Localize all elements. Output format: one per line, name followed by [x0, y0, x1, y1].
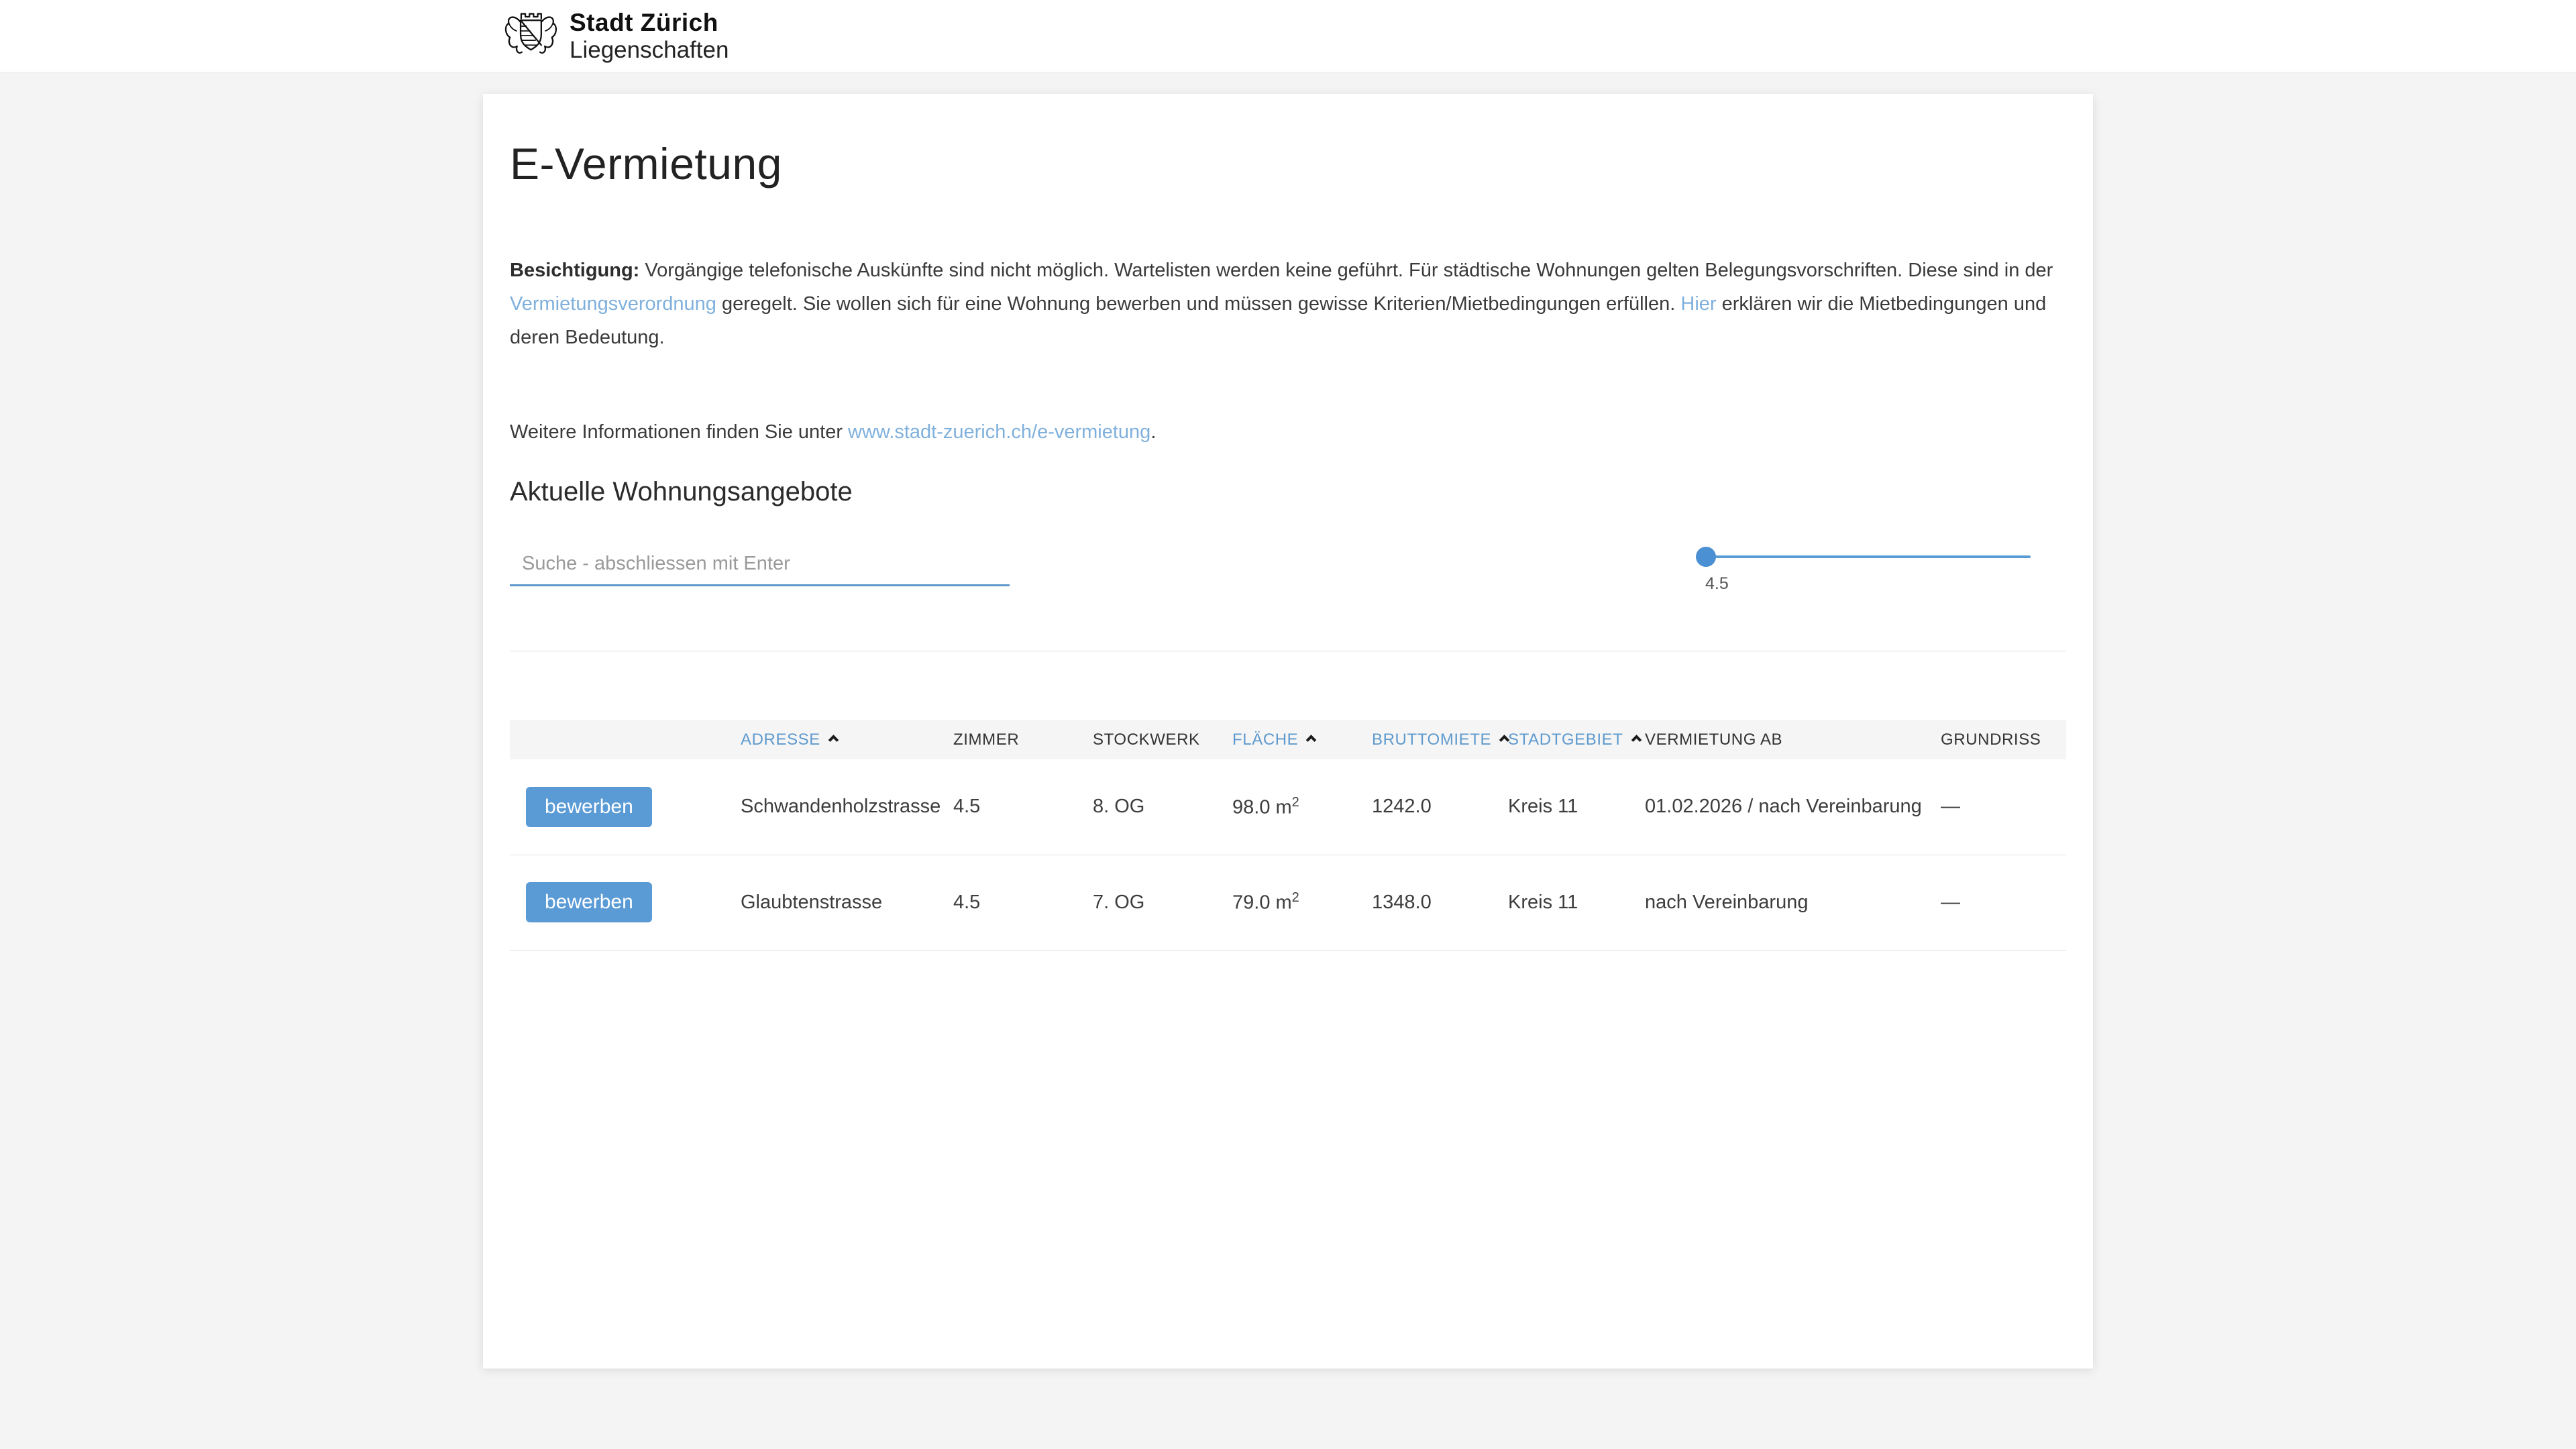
offer-row: bewerben Glaubtenstrasse 4.5 7. OG 79.0 …	[510, 855, 2066, 950]
stadt-zuerich-coat-of-arms-icon	[501, 9, 560, 63]
rooms-slider[interactable]: 4.5	[1696, 555, 2045, 558]
cell-zimmer: 4.5	[953, 759, 1093, 855]
more-info-line: Weitere Informationen finden Sie unter w…	[510, 421, 2066, 443]
search-input[interactable]	[510, 535, 1010, 586]
column-header-stockwerk[interactable]: STOCKWERK	[1093, 720, 1232, 759]
cell-flaeche: 98.0 m2	[1232, 759, 1372, 855]
sort-asc-icon	[828, 735, 839, 745]
offer-row: bewerben Schwandenholzstrasse 4.5 8. OG …	[510, 759, 2066, 855]
cell-adresse: Schwandenholzstrasse	[741, 759, 953, 855]
filter-row: 4.5	[510, 535, 2066, 610]
offers-table: ADRESSE ZIMMER STOCKWERK FLÄCHE BRUTTOMI…	[510, 720, 2066, 951]
cell-stadtgebiet: Kreis 11	[1508, 759, 1645, 855]
column-header-adresse[interactable]: ADRESSE	[741, 720, 953, 759]
apply-cell: bewerben	[510, 855, 741, 950]
column-header-stadtgebiet[interactable]: STADTGEBIET	[1508, 720, 1645, 759]
slider-track[interactable]	[1705, 555, 2031, 558]
column-header-vermietung-ab[interactable]: VERMIETUNG AB	[1645, 720, 1941, 759]
slider-handle[interactable]	[1696, 547, 1716, 567]
content-card: E-Vermietung Besichtigung: Vorgängige te…	[483, 94, 2093, 1368]
cell-zimmer: 4.5	[953, 855, 1093, 950]
cell-grundriss: —	[1941, 855, 2066, 950]
intro-text-2: geregelt. Sie wollen sich für eine Wohnu…	[716, 293, 1680, 315]
cell-stockwerk: 8. OG	[1093, 759, 1232, 855]
page-title: E-Vermietung	[510, 138, 2066, 189]
cell-grundriss: —	[1941, 759, 2066, 855]
brand-title: Stadt Zürich	[570, 9, 729, 36]
cell-stockwerk: 7. OG	[1093, 855, 1232, 950]
vermietungsverordnung-link[interactable]: Vermietungsverordnung	[510, 293, 716, 315]
section-title-wohnungsangebote: Aktuelle Wohnungsangebote	[510, 477, 2066, 507]
cell-flaeche: 79.0 m2	[1232, 855, 1372, 950]
apply-cell: bewerben	[510, 759, 741, 855]
bewerben-button[interactable]: bewerben	[526, 787, 652, 827]
cell-bruttomiete: 1242.0	[1372, 759, 1508, 855]
column-header-flaeche[interactable]: FLÄCHE	[1232, 720, 1372, 759]
column-header-bruttomiete[interactable]: BRUTTOMIETE	[1372, 720, 1508, 759]
more-info-text: Weitere Informationen finden Sie unter	[510, 421, 848, 443]
intro-bold-label: Besichtigung:	[510, 260, 639, 281]
hier-link[interactable]: Hier	[1680, 293, 1716, 315]
app-header: Stadt Zürich Liegenschaften	[0, 0, 2576, 72]
intro-text-1: Vorgängige telefonische Auskünfte sind n…	[639, 260, 2053, 281]
sort-asc-icon	[1631, 735, 1642, 745]
slider-value-label: 4.5	[1705, 574, 1729, 594]
column-header-zimmer[interactable]: ZIMMER	[953, 720, 1093, 759]
cell-bruttomiete: 1348.0	[1372, 855, 1508, 950]
cell-vermietung-ab: 01.02.2026 / nach Vereinbarung	[1645, 759, 1941, 855]
brand-logo[interactable]: Stadt Zürich Liegenschaften	[501, 9, 729, 63]
brand-text: Stadt Zürich Liegenschaften	[570, 9, 729, 63]
column-header-grundriss[interactable]: GRUNDRISS	[1941, 720, 2066, 759]
cell-adresse: Glaubtenstrasse	[741, 855, 953, 950]
more-info-period: .	[1150, 421, 1156, 443]
header-cell-empty	[510, 720, 741, 759]
sort-asc-icon	[1306, 735, 1317, 745]
bewerben-button[interactable]: bewerben	[526, 882, 652, 922]
brand-subtitle: Liegenschaften	[570, 37, 729, 63]
cell-stadtgebiet: Kreis 11	[1508, 855, 1645, 950]
cell-vermietung-ab: nach Vereinbarung	[1645, 855, 1941, 950]
stadt-zuerich-url-link[interactable]: www.stadt-zuerich.ch/e-vermietung	[848, 421, 1150, 443]
intro-paragraph: Besichtigung: Vorgängige telefonische Au…	[510, 254, 2066, 354]
offers-table-header-row: ADRESSE ZIMMER STOCKWERK FLÄCHE BRUTTOMI…	[510, 720, 2066, 759]
